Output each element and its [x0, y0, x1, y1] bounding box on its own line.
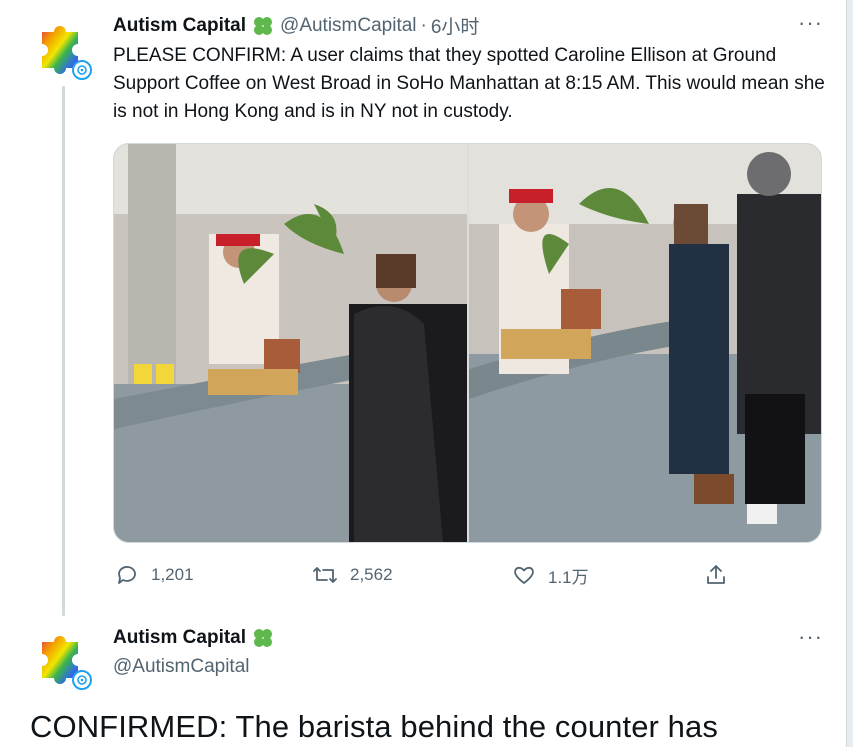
tweet-timestamp[interactable]: 6小时: [431, 12, 480, 39]
like-count: 1.1万: [548, 567, 589, 587]
photo-grid[interactable]: [113, 143, 822, 543]
more-options-icon[interactable]: ···: [798, 626, 823, 648]
four-leaf-clover-icon: [252, 15, 274, 37]
tweet2-body: CONFIRMED: The barista behind the counte…: [30, 709, 718, 744]
window-edge-left: [0, 0, 3, 747]
photo-coffee-counter-right[interactable]: [469, 144, 821, 542]
retweet-icon: [313, 567, 337, 583]
avatar-second-tweet[interactable]: [32, 628, 92, 690]
separator-dot: ·: [420, 14, 427, 36]
photo-coffee-counter-left[interactable]: [114, 144, 467, 542]
tweet2-handle-row: @AutismCapital: [113, 656, 250, 678]
reply-count: 1,201: [151, 565, 194, 584]
author-name[interactable]: Autism Capital: [113, 627, 246, 649]
author-handle[interactable]: @AutismCapital: [280, 15, 417, 37]
window-scrollbar[interactable]: [846, 0, 853, 747]
tweet-body: PLEASE CONFIRM: A user claims that they …: [113, 45, 825, 122]
heart-icon: [514, 566, 534, 584]
reply-action[interactable]: 1,201: [115, 561, 194, 589]
author-handle[interactable]: @AutismCapital: [113, 656, 250, 678]
retweet-count: 2,562: [350, 565, 393, 584]
share-action[interactable]: [704, 561, 728, 589]
four-leaf-clover-icon: [252, 627, 274, 649]
tweet-header: Autism Capital @AutismCapital · 6小时: [113, 12, 479, 39]
thread-connector-line: [62, 86, 65, 616]
verified-badge-icon: [72, 670, 92, 690]
author-name[interactable]: Autism Capital: [113, 15, 246, 37]
share-icon: [707, 565, 725, 584]
avatar[interactable]: [32, 18, 92, 80]
tweet2-header: Autism Capital: [113, 627, 280, 649]
more-options-icon[interactable]: ···: [798, 12, 823, 34]
verified-badge-icon: [72, 60, 92, 80]
like-action[interactable]: 1.1万: [512, 561, 589, 589]
reply-icon: [118, 566, 136, 584]
retweet-action[interactable]: 2,562: [312, 561, 393, 589]
